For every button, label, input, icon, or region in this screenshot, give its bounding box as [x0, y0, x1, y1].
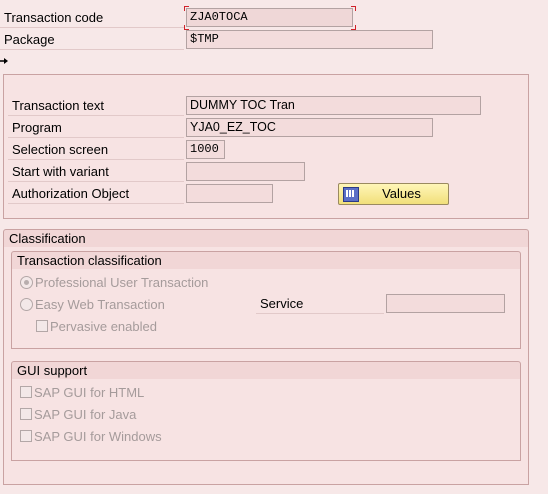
transaction-code-value: ZJA0TOCA: [190, 10, 248, 24]
pervasive-checkbox[interactable]: [36, 320, 48, 332]
easy-web-radio[interactable]: [20, 298, 33, 311]
pervasive-label: Pervasive enabled: [50, 319, 157, 334]
transaction-code-label: Transaction code: [0, 8, 184, 28]
easy-web-label: Easy Web Transaction: [35, 297, 165, 312]
scroll-arrow-icon: [0, 53, 8, 64]
sap-gui-java-label: SAP GUI for Java: [34, 407, 137, 422]
classification-title: Classification: [9, 231, 86, 246]
gui-support-header: GUI support: [11, 361, 521, 380]
sap-gui-java-checkbox[interactable]: [20, 408, 32, 420]
start-with-variant-label: Start with variant: [8, 162, 184, 182]
package-label: Package: [0, 30, 184, 50]
package-value: $TMP: [190, 32, 219, 46]
authorization-object-label: Authorization Object: [8, 184, 184, 204]
sap-gui-windows-checkbox[interactable]: [20, 430, 32, 442]
authorization-object-field[interactable]: [186, 184, 273, 203]
transaction-text-value: DUMMY TOC Tran: [190, 98, 295, 112]
values-button-label: Values: [382, 186, 421, 201]
sap-gui-html-checkbox[interactable]: [20, 386, 32, 398]
values-button[interactable]: Values: [338, 183, 449, 205]
program-label: Program: [8, 118, 184, 138]
service-field[interactable]: [386, 294, 505, 313]
sap-gui-windows-label: SAP GUI for Windows: [34, 429, 162, 444]
transaction-classification-header: Transaction classification: [11, 251, 521, 270]
start-with-variant-field[interactable]: [186, 162, 305, 181]
focus-corner-tl: [184, 6, 189, 11]
program-value: YJA0_EZ_TOC: [190, 120, 276, 134]
professional-user-label: Professional User Transaction: [35, 275, 209, 290]
sap-gui-html-label: SAP GUI for HTML: [34, 385, 145, 400]
transaction-classification-title: Transaction classification: [17, 253, 162, 268]
gui-support-title: GUI support: [17, 363, 88, 378]
package-field[interactable]: $TMP: [186, 30, 433, 49]
transaction-text-label: Transaction text: [8, 96, 184, 116]
transaction-code-field[interactable]: ZJA0TOCA: [186, 8, 353, 27]
transaction-text-field[interactable]: DUMMY TOC Tran: [186, 96, 481, 115]
classification-header: Classification: [3, 229, 529, 248]
focus-corner-tr: [351, 6, 356, 11]
service-label: Service: [256, 294, 384, 314]
program-field[interactable]: YJA0_EZ_TOC: [186, 118, 433, 137]
professional-user-radio[interactable]: [20, 276, 33, 289]
selection-screen-value: 1000: [190, 142, 219, 156]
selection-screen-field[interactable]: 1000: [186, 140, 225, 159]
selection-screen-label: Selection screen: [8, 140, 184, 160]
